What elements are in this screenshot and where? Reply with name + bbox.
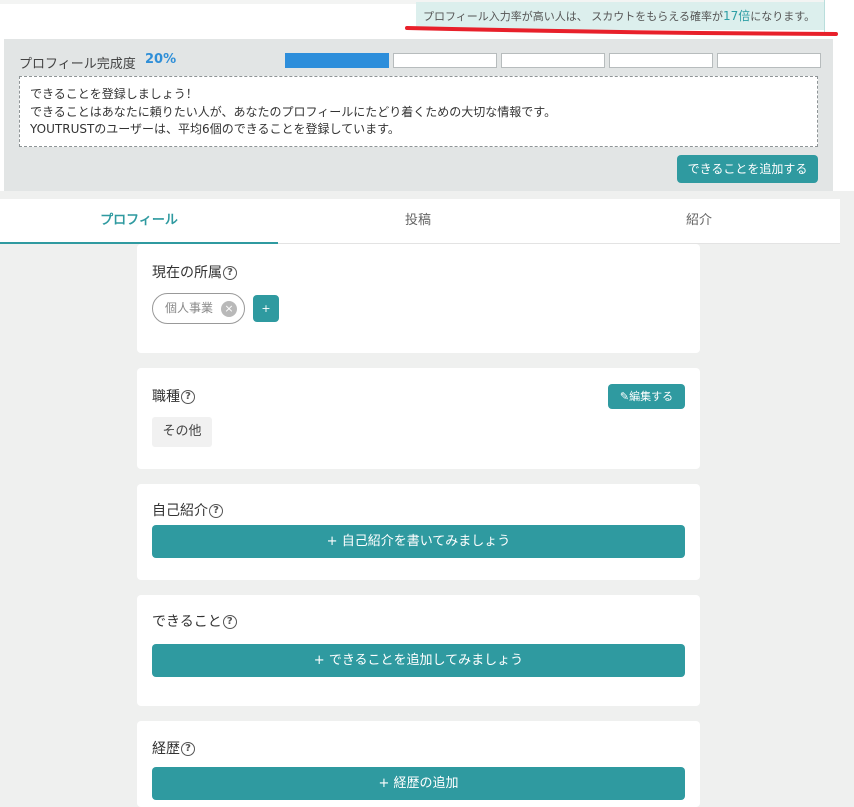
occupation-tag: その他 <box>152 417 212 447</box>
affiliation-title-text: 現在の所属 <box>152 265 222 281</box>
progress-segment <box>285 53 389 68</box>
pencil-icon: ✎ <box>619 390 630 403</box>
affiliation-chip-label: 個人事業 <box>165 301 214 315</box>
add-affiliation-button[interactable]: + <box>253 295 279 322</box>
help-icon[interactable]: ? <box>222 615 237 629</box>
tab-referrals[interactable]: 紹介 <box>558 199 840 244</box>
help-icon[interactable]: ? <box>223 266 237 280</box>
skills-title-text: できること <box>152 614 222 630</box>
help-icon[interactable]: ? <box>209 504 223 518</box>
career-title-text: 経歴 <box>152 741 180 757</box>
career-card: 経歴? + 経歴の追加 <box>137 721 700 807</box>
add-career-button[interactable]: + 経歴の追加 <box>152 767 685 800</box>
remove-icon[interactable]: × <box>221 301 237 317</box>
skills-card: できること? + できることを追加してみましょう <box>137 595 700 706</box>
progress-segment <box>717 53 821 68</box>
edit-occupation-button[interactable]: ✎編集する <box>608 384 685 409</box>
affiliation-card: 現在の所属? 個人事業 × + <box>137 244 700 353</box>
completion-label: プロフィール完成度 <box>19 57 136 72</box>
progress-segment <box>501 53 605 68</box>
affiliation-chip: 個人事業 × <box>152 293 245 324</box>
intro-title-text: 自己紹介 <box>152 503 208 519</box>
red-annotation-underline <box>405 26 838 36</box>
progress-segment <box>393 53 497 68</box>
hint-line: できることはあなたに頼りたい人が、あなたのプロフィールにたどり着くための大切な情… <box>30 104 557 119</box>
intro-title: 自己紹介? <box>152 500 223 520</box>
tab-profile[interactable]: プロフィール <box>0 199 278 244</box>
hint-line: YOUTRUSTのユーザーは、平均6個のできることを登録しています。 <box>30 122 400 136</box>
completion-progress-bar <box>285 53 821 68</box>
write-intro-button[interactable]: + 自己紹介を書いてみましょう <box>152 525 685 558</box>
career-title: 経歴? <box>152 738 195 758</box>
skills-title: できること? <box>152 611 237 631</box>
occupation-title: 職種? <box>152 386 195 406</box>
intro-card: 自己紹介? + 自己紹介を書いてみましょう <box>137 484 700 580</box>
profile-completion-panel: プロフィール完成度 20% できることを登録しましょう！ できることはあなたに頼… <box>4 39 833 191</box>
add-skills-button[interactable]: + できることを追加してみましょう <box>152 644 685 677</box>
tab-posts[interactable]: 投稿 <box>278 199 558 244</box>
edit-label: 編集する <box>629 390 674 403</box>
occupation-card: 職種? ✎編集する その他 <box>137 368 700 469</box>
help-icon[interactable]: ? <box>181 390 195 404</box>
hint-line: できることを登録しましょう！ <box>30 87 198 101</box>
profile-tabs: プロフィール 投稿 紹介 <box>0 199 840 244</box>
completion-hint: できることを登録しましょう！ できることはあなたに頼りたい人が、あなたのプロフィ… <box>19 76 818 147</box>
occupation-title-text: 職種 <box>152 389 180 405</box>
help-icon[interactable]: ? <box>181 742 195 756</box>
completion-percent: 20% <box>145 52 177 67</box>
progress-segment <box>609 53 713 68</box>
add-skill-button[interactable]: できることを追加する <box>677 155 818 183</box>
affiliation-title: 現在の所属? <box>152 262 237 282</box>
